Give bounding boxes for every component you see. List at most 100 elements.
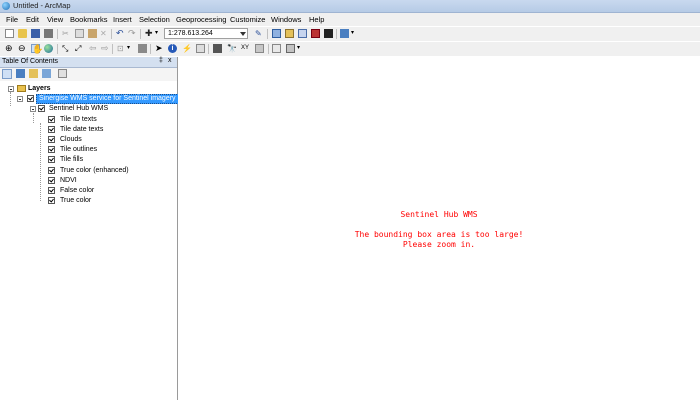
pan-icon[interactable]: ✋ [31, 44, 43, 54]
list-by-visibility-icon[interactable] [29, 69, 38, 78]
layer-visibility-checkbox[interactable] [38, 105, 45, 112]
modelbuilder-icon[interactable] [340, 29, 349, 38]
map-scale-value: 1:278.613.264 [168, 30, 213, 37]
chevron-down-icon[interactable]: ▾ [127, 44, 132, 53]
layer-visibility-checkbox[interactable] [48, 167, 55, 174]
menu-selection[interactable]: Selection [139, 15, 170, 24]
chevron-down-icon[interactable]: ▾ [297, 44, 302, 53]
print-icon[interactable] [44, 29, 53, 38]
chevron-down-icon[interactable] [240, 32, 246, 36]
collapse-icon[interactable] [30, 106, 36, 112]
fixed-zoom-out-icon[interactable]: ⤢ [75, 44, 84, 53]
chevron-down-icon[interactable]: ▾ [155, 29, 160, 38]
layer-visibility-checkbox[interactable] [48, 177, 55, 184]
layer-item[interactable]: False color [0, 186, 177, 196]
swipe-icon[interactable] [286, 44, 295, 53]
search-window-icon[interactable] [298, 29, 307, 38]
zoom-out-icon[interactable]: ⊖ [18, 44, 27, 53]
arctoolbox-icon[interactable] [311, 29, 320, 38]
layer-visibility-checkbox[interactable] [48, 156, 55, 163]
menu-insert[interactable]: Insert [113, 15, 132, 24]
undo-icon[interactable]: ↶ [116, 29, 125, 38]
cut-icon[interactable]: ✂ [62, 29, 71, 38]
html-popup-icon[interactable] [196, 44, 205, 53]
add-data-icon[interactable]: ✚ [145, 29, 154, 38]
layer-item[interactable]: Tile date texts [0, 125, 177, 135]
pin-icon[interactable]: ‡ [159, 57, 163, 64]
catalog-window-icon[interactable] [285, 29, 294, 38]
list-by-drawing-order-icon[interactable] [2, 69, 12, 79]
menu-view[interactable]: View [47, 15, 63, 24]
layer-visibility-checkbox[interactable] [48, 146, 55, 153]
layer-item[interactable]: Tile outlines [0, 145, 177, 155]
find-icon[interactable]: 🔭 [227, 44, 237, 53]
collapse-icon[interactable] [17, 96, 23, 102]
layer-item[interactable]: Tile fills [0, 155, 177, 165]
viewer-window-icon[interactable] [272, 44, 281, 53]
fixed-zoom-in-icon[interactable]: ⤡ [62, 44, 71, 53]
layer-label: Tile outlines [60, 146, 98, 153]
full-extent-icon[interactable] [44, 44, 53, 53]
hyperlink-icon[interactable]: ⚡ [182, 44, 192, 53]
delete-icon[interactable]: ✕ [100, 29, 109, 38]
layer-item[interactable]: True color (enhanced) [0, 166, 177, 176]
layer-visibility-checkbox[interactable] [48, 126, 55, 133]
map-view[interactable] [178, 57, 700, 400]
python-window-icon[interactable] [324, 29, 333, 38]
collapse-icon[interactable] [8, 86, 14, 92]
menu-help[interactable]: Help [309, 15, 324, 24]
go-to-xy-icon[interactable]: XY [241, 44, 250, 53]
layer-label: Clouds [60, 136, 82, 143]
paste-icon[interactable] [88, 29, 97, 38]
zoom-in-icon[interactable]: ⊕ [5, 44, 14, 53]
layer-visibility-checkbox[interactable] [27, 95, 34, 102]
menu-bookmarks[interactable]: Bookmarks [70, 15, 108, 24]
redo-icon[interactable]: ↷ [128, 29, 137, 38]
tree-node-group[interactable]: Sentinel Hub WMS [0, 104, 177, 114]
menu-file[interactable]: File [6, 15, 18, 24]
time-slider-icon[interactable] [255, 44, 264, 53]
layer-visibility-checkbox[interactable] [48, 136, 55, 143]
layer-label: Tile fills [60, 156, 84, 163]
select-elements-icon[interactable]: ➤ [155, 44, 164, 53]
editor-toolbar-icon[interactable]: ✎ [255, 29, 264, 38]
copy-icon[interactable] [75, 29, 84, 38]
list-by-selection-icon[interactable] [42, 69, 51, 78]
standard-toolbar: ✂ ✕ ↶ ↷ ✚ ▾ 1:278.613.264 ✎ ▾ [0, 27, 700, 41]
tree-node-layers[interactable]: Layers [0, 84, 177, 94]
layer-item[interactable]: True color [0, 196, 177, 206]
layer-item[interactable]: Clouds [0, 135, 177, 145]
arcmap-icon [2, 2, 10, 10]
options-icon[interactable] [58, 69, 67, 78]
layer-label: Tile date texts [60, 126, 104, 133]
wms-zoom-message: Please zoom in. [402, 240, 476, 249]
menu-customize[interactable]: Customize [230, 15, 265, 24]
layer-visibility-checkbox[interactable] [48, 197, 55, 204]
layer-item[interactable]: Tile ID texts [0, 115, 177, 125]
layer-visibility-checkbox[interactable] [48, 116, 55, 123]
close-icon[interactable]: x [168, 57, 172, 64]
measure-icon[interactable] [213, 44, 222, 53]
tree-node-service[interactable]: Sinergise WMS service for Sentinel image… [0, 94, 179, 104]
layer-item[interactable]: NDVI [0, 176, 177, 186]
menu-windows[interactable]: Windows [271, 15, 301, 24]
save-icon[interactable] [31, 29, 40, 38]
identify-icon[interactable]: i [168, 44, 177, 53]
toc-title: Table Of Contents [2, 58, 59, 65]
select-by-graphics-icon[interactable]: ⊡ [117, 44, 126, 53]
map-scale-combobox[interactable]: 1:278.613.264 [164, 28, 248, 39]
forward-icon[interactable]: ⇨ [101, 44, 110, 53]
new-icon[interactable] [5, 29, 14, 38]
back-icon[interactable]: ⇦ [89, 44, 98, 53]
clear-selection-icon[interactable] [138, 44, 147, 53]
list-by-source-icon[interactable] [16, 69, 25, 78]
layer-label: NDVI [60, 177, 77, 184]
menu-edit[interactable]: Edit [26, 15, 39, 24]
title-bar: Untitled - ArcMap [0, 0, 700, 13]
layers-folder-icon [17, 85, 26, 92]
table-of-contents-window-icon[interactable] [272, 29, 281, 38]
chevron-down-icon[interactable]: ▾ [351, 29, 356, 38]
open-icon[interactable] [18, 29, 27, 38]
layer-visibility-checkbox[interactable] [48, 187, 55, 194]
menu-geoprocessing[interactable]: Geoprocessing [176, 15, 226, 24]
